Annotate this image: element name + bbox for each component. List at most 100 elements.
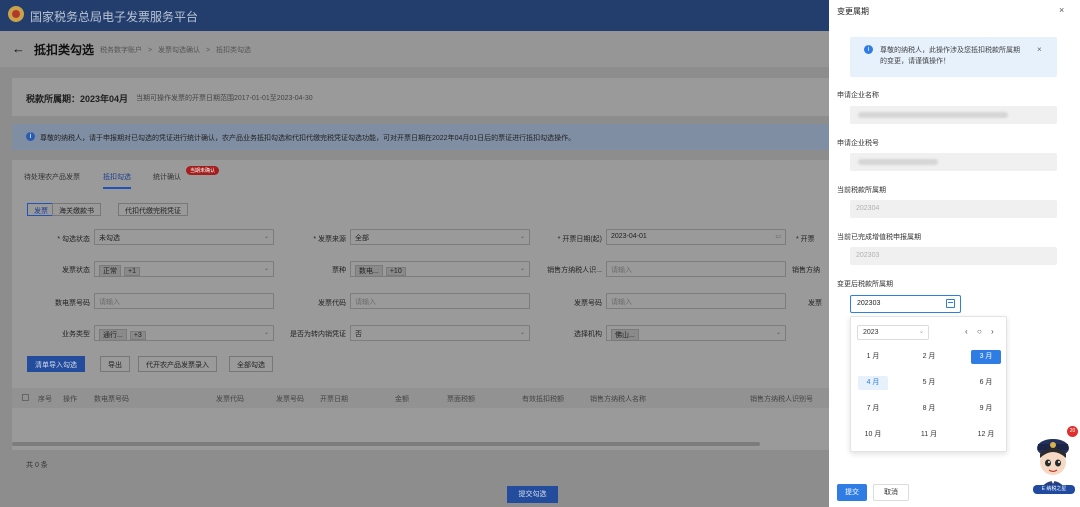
- month-cell-current[interactable]: 4 月: [858, 376, 888, 390]
- year-select[interactable]: 2023 ⌄: [857, 325, 929, 340]
- segment-withholding-voucher[interactable]: 代扣代缴完税凭证: [118, 203, 188, 216]
- notification-badge: 20: [1067, 426, 1078, 437]
- month-cell[interactable]: 11 月: [914, 428, 944, 442]
- next-year-icon[interactable]: ›: [991, 327, 994, 336]
- page-title: 抵扣类勾选: [34, 43, 95, 57]
- select-all-button[interactable]: 全部勾选: [229, 356, 273, 372]
- tax-id-label: 申请企业税号: [837, 140, 879, 147]
- breadcrumb-current: 抵扣类勾选: [216, 47, 251, 54]
- close-icon[interactable]: ×: [1059, 5, 1064, 15]
- breadcrumb-item[interactable]: 发票勾选确认: [158, 47, 200, 54]
- select-value: 否: [355, 331, 362, 338]
- tag-count: +3: [129, 331, 146, 340]
- info-icon: i: [864, 45, 873, 54]
- drawer-submit-button[interactable]: 提交: [837, 484, 867, 501]
- calendar-icon: [946, 299, 955, 308]
- month-cell-selected[interactable]: 3 月: [971, 350, 1001, 364]
- tax-period-label: 税款所属期：2023年04月: [26, 94, 129, 104]
- invoice-source-select[interactable]: 全部 ⌄: [350, 229, 530, 245]
- chevron-down-icon: ⌄: [519, 266, 525, 272]
- info-icon: i: [26, 132, 35, 141]
- date-range-text: 当期可操作发票的开票日期范围2017-01-01至2023-04-30: [136, 95, 313, 102]
- company-name-label: 申请企业名称: [837, 92, 879, 99]
- invoice-number-input[interactable]: 请输入: [606, 293, 786, 309]
- transfer-domestic-select[interactable]: 否 ⌄: [350, 325, 530, 341]
- organization-select[interactable]: 佛山... ⌄: [606, 325, 786, 341]
- alert-close-icon[interactable]: ×: [1037, 45, 1042, 54]
- invoice-source-label: * 发票来源: [313, 236, 346, 243]
- month-cell[interactable]: 9 月: [971, 402, 1001, 416]
- select-value: 未勾选: [99, 235, 120, 242]
- organization-label: 选择机构: [574, 331, 602, 338]
- breadcrumb-item[interactable]: 税务数字账户: [100, 47, 142, 54]
- current-period-field: 202304: [850, 200, 1057, 218]
- tag-count: +10: [385, 267, 406, 276]
- breadcrumb: 税务数字账户 > 发票勾选确认 > 抵扣类勾选: [100, 45, 255, 55]
- invoice-status-select[interactable]: 正常 +1 ⌄: [94, 261, 274, 277]
- transfer-domestic-label: 是否为转内销凭证: [290, 331, 346, 338]
- drawer-cancel-button[interactable]: 取消: [873, 484, 909, 501]
- column-header[interactable]: 开票日期: [320, 394, 348, 404]
- check-status-select[interactable]: 未勾选 ⌄: [94, 229, 274, 245]
- invoice-code-label: 发票代码: [318, 300, 346, 307]
- segment-customs-payment[interactable]: 海关缴款书: [52, 203, 101, 216]
- export-button[interactable]: 导出: [100, 356, 130, 372]
- column-header[interactable]: 数电票号码: [94, 394, 129, 404]
- status-badge: 当期未确认: [186, 166, 220, 175]
- tag-count: +1: [124, 267, 140, 276]
- segment-invoice[interactable]: 发票: [27, 203, 55, 216]
- date-start-input[interactable]: 2023-04-01 ▭: [606, 229, 786, 245]
- horizontal-scrollbar[interactable]: [12, 442, 760, 446]
- column-header[interactable]: 有效抵扣税额: [522, 394, 564, 404]
- column-header[interactable]: 金额: [395, 394, 409, 404]
- month-cell[interactable]: 10 月: [858, 428, 888, 442]
- tab-deduction-select[interactable]: 抵扣勾选: [103, 172, 131, 189]
- invoice-status-label: 发票状态: [62, 267, 90, 274]
- date-start-label: * 开票日期(起): [557, 236, 602, 243]
- invoice-number-label: 发票号码: [574, 300, 602, 307]
- column-header: 销售方纳税人识别号: [750, 396, 813, 403]
- month-cell[interactable]: 8 月: [914, 402, 944, 416]
- new-period-input[interactable]: 202303: [850, 295, 961, 313]
- digital-invoice-no-input[interactable]: 请输入: [94, 293, 274, 309]
- completed-period-label: 当前已完成增值税申报属期: [837, 234, 921, 241]
- business-type-label: 业务类型: [62, 331, 90, 338]
- current-year-icon[interactable]: ○: [977, 327, 982, 336]
- platform-title: 国家税务总局电子发票服务平台: [30, 10, 199, 24]
- redacted-value: [858, 159, 938, 165]
- check-status-label: * 勾选状态: [57, 236, 90, 243]
- list-import-select-button[interactable]: 清单导入勾选: [27, 356, 85, 372]
- column-header: 操作: [63, 396, 77, 403]
- mascot-label: E 纳税之星: [1033, 485, 1075, 494]
- month-cell[interactable]: 1 月: [858, 350, 888, 364]
- tab-pending-agri[interactable]: 待处理农产品发票: [24, 172, 80, 182]
- invoice-extra-label: 发票: [808, 300, 822, 307]
- month-cell[interactable]: 2 月: [914, 350, 944, 364]
- invoice-kind-label: 票种: [332, 267, 346, 274]
- invoice-kind-select[interactable]: 数电... +10 ⌄: [350, 261, 530, 277]
- seller-id-label: 销售方纳税人识...: [547, 267, 602, 274]
- tag-chip: 佛山...: [611, 329, 639, 341]
- month-cell[interactable]: 6 月: [971, 376, 1001, 390]
- seller-id-input[interactable]: 请输入: [606, 261, 786, 277]
- back-arrow-icon[interactable]: ←: [12, 41, 25, 56]
- chevron-down-icon: ⌄: [519, 330, 525, 336]
- month-cell[interactable]: 5 月: [914, 376, 944, 390]
- select-all-checkbox[interactable]: [22, 394, 29, 401]
- chevron-down-icon: ⌄: [263, 330, 269, 336]
- prev-year-icon[interactable]: ‹: [965, 327, 968, 336]
- column-header: 发票代码: [216, 396, 244, 403]
- tag-chip: 数电...: [355, 265, 383, 277]
- month-cell[interactable]: 12 月: [971, 428, 1001, 442]
- column-header[interactable]: 票面税额: [447, 394, 475, 404]
- submit-selection-button[interactable]: 提交勾选: [507, 486, 558, 503]
- year-value: 2023: [863, 329, 879, 336]
- invoice-code-input[interactable]: 请输入: [350, 293, 530, 309]
- month-cell[interactable]: 7 月: [858, 402, 888, 416]
- agri-invoice-entry-button[interactable]: 代开农产品发票录入: [138, 356, 217, 372]
- alert-text: 尊敬的纳税人，此操作涉及您抵扣税款所属期的变更，请谨慎操作！: [880, 47, 1020, 65]
- tab-statistics-confirm[interactable]: 统计确认: [153, 172, 181, 182]
- calendar-icon: ▭: [775, 234, 781, 240]
- column-header: 销售方纳税人名称: [590, 396, 646, 403]
- business-type-select[interactable]: 通行... +3 ⌄: [94, 325, 274, 341]
